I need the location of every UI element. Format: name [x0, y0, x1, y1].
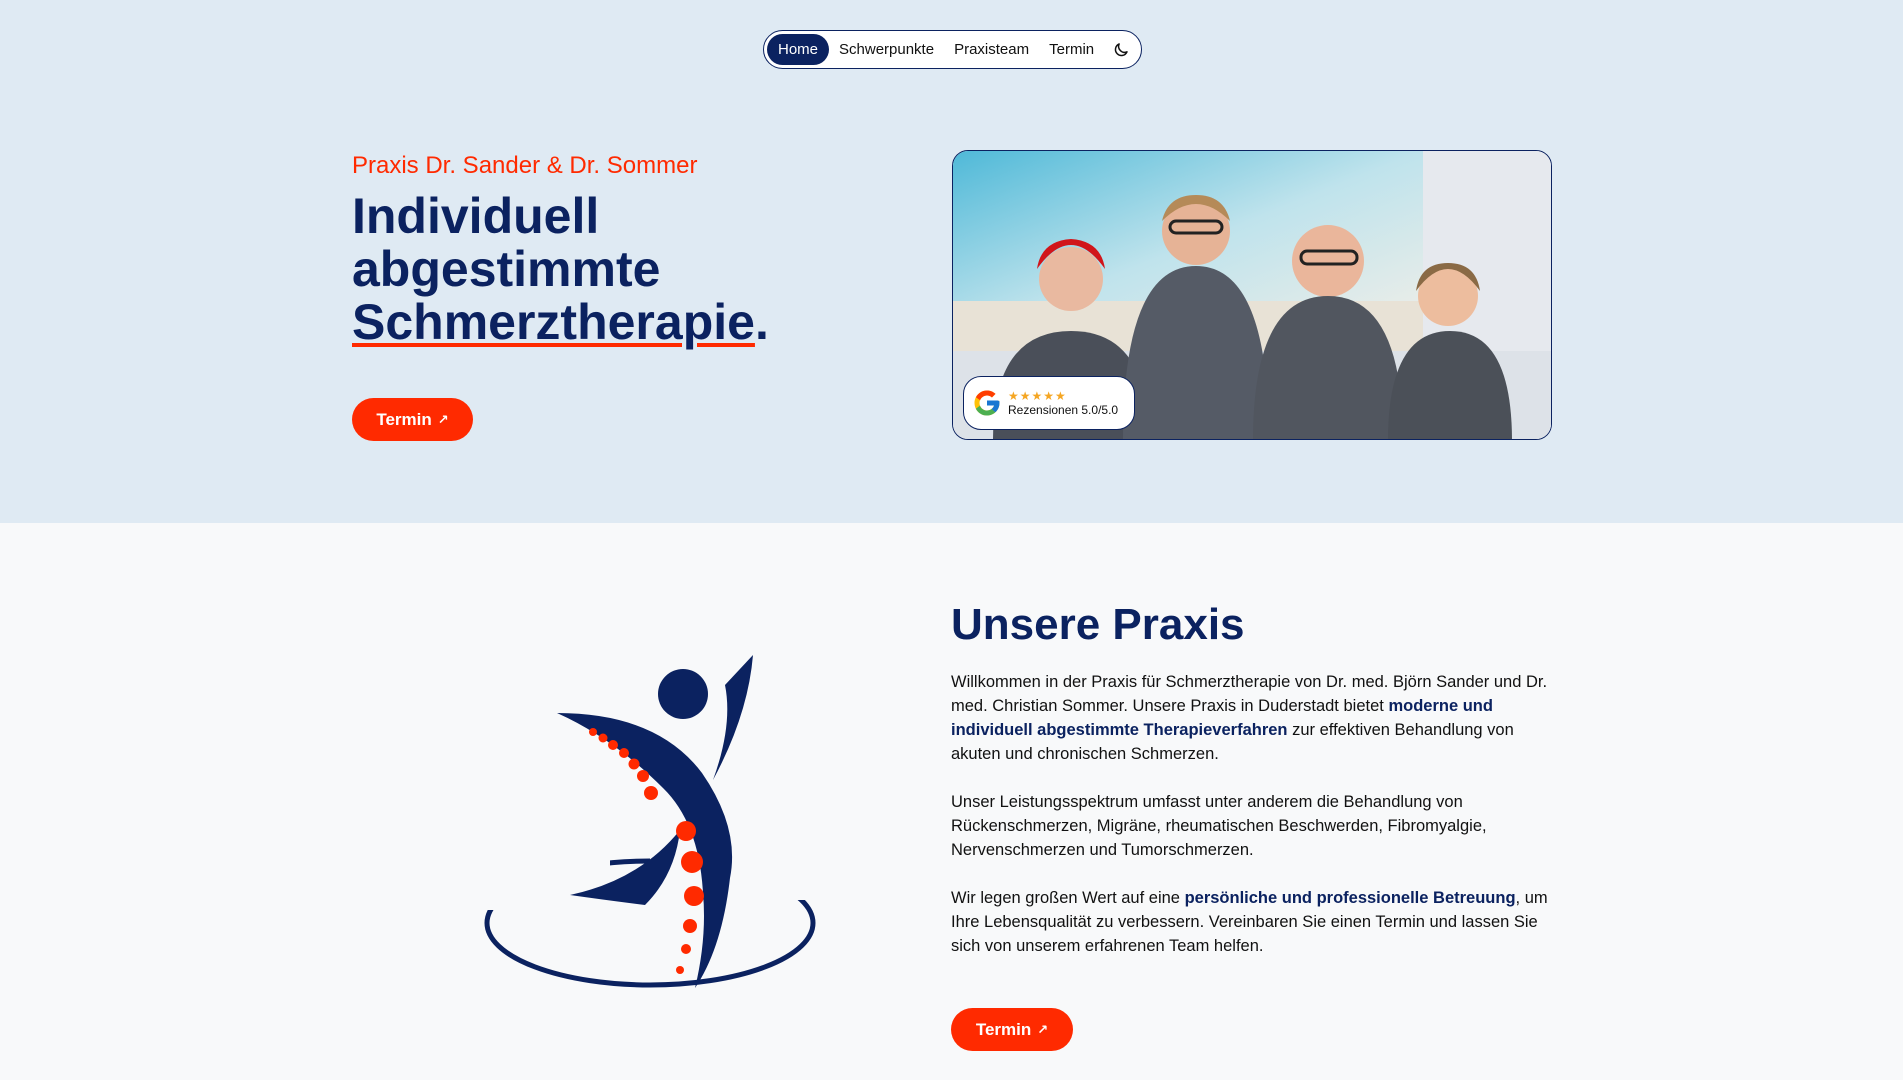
google-g-icon: [974, 390, 1000, 416]
nav-item-praxisteam[interactable]: Praxisteam: [944, 34, 1039, 65]
top-navigation: Home Schwerpunkte Praxisteam Termin: [763, 30, 1142, 69]
hero-title: Individuell abgestimmte Schmerztherapie.: [352, 188, 769, 350]
hero-termin-button[interactable]: Termin ↗: [352, 398, 473, 441]
review-score: Rezensionen 5.0/5.0: [1008, 403, 1119, 417]
services-paragraph: Unser Leistungsspektrum umfasst unter an…: [951, 793, 1487, 859]
arrow-up-right-icon: ↗: [1037, 1021, 1049, 1037]
nav-item-termin[interactable]: Termin: [1039, 34, 1104, 65]
team-photo: ★★★★★ Rezensionen 5.0/5.0: [952, 150, 1552, 440]
section-title: Unsere Praxis: [951, 600, 1245, 649]
moon-icon[interactable]: [1104, 34, 1138, 65]
rating-stars: ★★★★★: [1008, 389, 1067, 403]
nav-item-schwerpunkte[interactable]: Schwerpunkte: [829, 34, 944, 65]
practice-logo: [480, 655, 830, 988]
practice-name: Praxis Dr. Sander & Dr. Sommer: [352, 152, 698, 179]
arrow-up-right-icon: ↗: [437, 411, 449, 427]
nav-item-home[interactable]: Home: [767, 34, 830, 65]
intro-paragraph: Willkommen in der Praxis für Schmerzther…: [951, 673, 1548, 763]
care-paragraph: Wir legen großen Wert auf eine persönlic…: [951, 889, 1548, 955]
google-review-badge[interactable]: ★★★★★ Rezensionen 5.0/5.0: [963, 376, 1135, 430]
section-termin-button[interactable]: Termin ↗: [951, 1008, 1073, 1051]
